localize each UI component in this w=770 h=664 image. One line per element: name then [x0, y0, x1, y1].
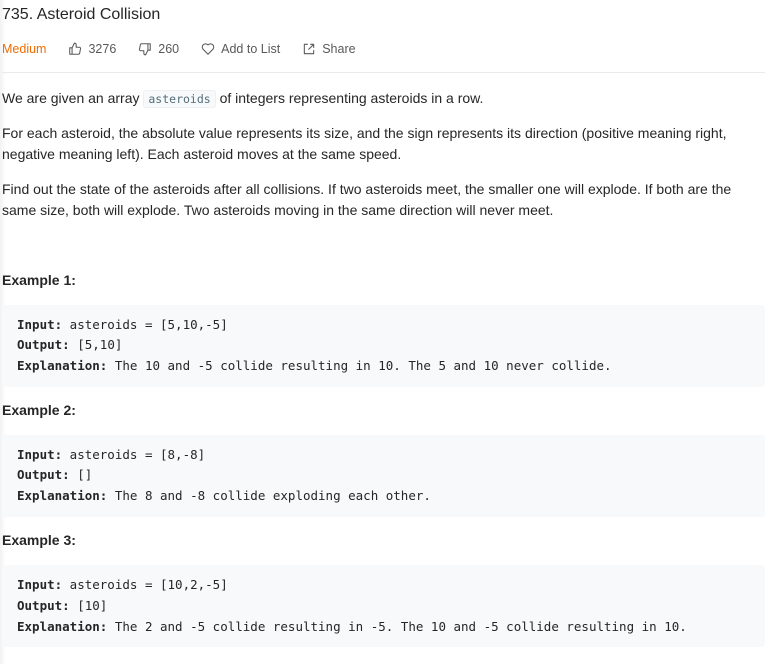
heart-icon: [201, 43, 215, 55]
example-1-input-line: Input: asteroids = [5,10,-5]: [17, 317, 228, 332]
explanation-label: Explanation:: [17, 619, 108, 634]
dislike-count: 260: [158, 42, 180, 56]
explanation-value: The 8 and -8 collide exploding each othe…: [107, 488, 431, 503]
problem-meta-bar: Medium 3276 260 Add to List Share: [2, 40, 378, 58]
example-3-output-line: Output: [10]: [17, 598, 107, 613]
example-1-code-block: Input: asteroids = [5,10,-5] Output: [5,…: [2, 305, 765, 387]
example-2-explanation-line: Explanation: The 8 and -8 collide explod…: [17, 488, 431, 503]
explanation-value: The 10 and -5 collide resulting in 10. T…: [107, 358, 612, 373]
description-paragraph-3: Find out the state of the asteroids afte…: [2, 181, 732, 218]
example-3-code-block: Input: asteroids = [10,2,-5] Output: [10…: [2, 565, 765, 647]
description-paragraph-1: We are given an array asteroids of integ…: [2, 88, 765, 110]
example-2-title: Example 2:: [2, 402, 76, 418]
input-label: Input:: [17, 577, 63, 592]
thumbs-up-icon: [69, 42, 82, 55]
share-icon: [304, 43, 315, 55]
description-paragraph-2: For each asteroid, the absolute value re…: [2, 125, 727, 162]
output-label: Output:: [17, 467, 70, 482]
example-2-output-line: Output: []: [17, 467, 92, 482]
example-3-explanation-line: Explanation: The 2 and -5 collide result…: [17, 619, 687, 634]
description-text: We are given an array: [2, 90, 140, 106]
input-value: asteroids = [5,10,-5]: [62, 317, 228, 332]
output-value: [10]: [69, 598, 108, 613]
share-label: Share: [322, 42, 356, 56]
input-label: Input:: [17, 447, 63, 462]
input-value: asteroids = [8,-8]: [62, 447, 206, 462]
explanation-label: Explanation:: [17, 358, 108, 373]
header-divider: [2, 72, 765, 73]
output-value: []: [69, 467, 93, 482]
output-label: Output:: [17, 598, 70, 613]
example-1-explanation-line: Explanation: The 10 and -5 collide resul…: [17, 358, 612, 373]
thumbs-down-icon: [139, 43, 152, 56]
input-value: asteroids = [10,2,-5]: [62, 577, 228, 592]
example-1-output-line: Output: [5,10]: [17, 337, 122, 352]
example-2-input-line: Input: asteroids = [8,-8]: [17, 447, 205, 462]
example-3-title: Example 3:: [2, 532, 76, 548]
explanation-label: Explanation:: [17, 488, 108, 503]
like-count: 3276: [88, 42, 117, 56]
explanation-value: The 2 and -5 collide resulting in -5. Th…: [107, 619, 687, 634]
input-label: Input:: [17, 317, 63, 332]
difficulty-badge: Medium: [2, 42, 47, 56]
inline-code-asteroids: asteroids: [143, 90, 216, 108]
share-button[interactable]: Share: [302, 42, 356, 56]
dislike-button[interactable]: 260: [138, 42, 179, 56]
output-label: Output:: [17, 337, 70, 352]
add-to-list-button[interactable]: Add to List: [201, 42, 280, 56]
example-2-code-block: Input: asteroids = [8,-8] Output: [] Exp…: [2, 435, 765, 517]
description-text: of integers representing asteroids in a …: [219, 90, 484, 106]
problem-title: 735. Asteroid Collision: [2, 6, 161, 23]
example-1-title: Example 1:: [2, 272, 76, 288]
like-button[interactable]: 3276: [68, 42, 116, 56]
add-to-list-label: Add to List: [221, 42, 281, 56]
output-value: [5,10]: [69, 337, 123, 352]
example-3-input-line: Input: asteroids = [10,2,-5]: [17, 577, 228, 592]
